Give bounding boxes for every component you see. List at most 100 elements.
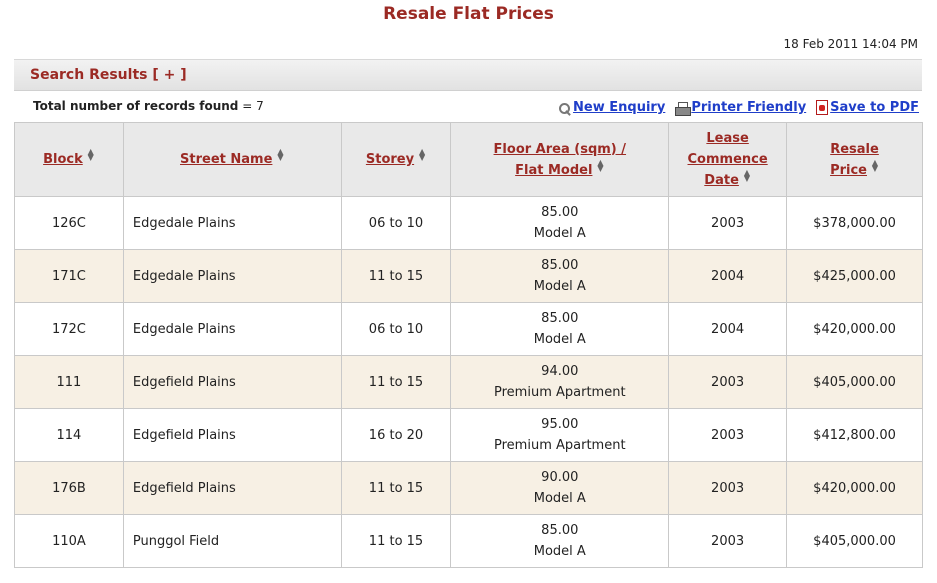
table-row: 126C Edgedale Plains 06 to 10 85.00 Model…: [14, 196, 923, 250]
table-row: 171C Edgedale Plains 11 to 15 85.00 Model…: [14, 249, 923, 303]
cell-floor-area: 94.00 Premium Apartment: [450, 355, 670, 409]
cell-area: 85.00: [541, 258, 579, 273]
cell-lease: 2004: [668, 249, 788, 303]
cell-area: 94.00: [541, 364, 579, 379]
cell-floor-area: 95.00 Premium Apartment: [450, 408, 670, 462]
cell-storey: 11 to 15: [340, 249, 452, 303]
table-row: 111 Edgefield Plains 11 to 15 94.00 Premi…: [14, 355, 923, 409]
cell-block: 110A: [14, 514, 124, 568]
cell-area: 85.00: [541, 311, 579, 326]
cell-street: Edgedale Plains: [122, 196, 342, 250]
search-results-heading: Search Results [ + ]: [30, 67, 187, 83]
cell-floor-area: 85.00 Model A: [450, 196, 670, 250]
magnifier-icon: [559, 103, 571, 115]
header-floor-area: Floor Area (sqm) / Flat Model▲ ▼: [450, 122, 670, 197]
cell-model: Premium Apartment: [494, 385, 626, 400]
cell-area: 85.00: [541, 205, 579, 220]
sort-icon[interactable]: ▲ ▼: [276, 148, 284, 162]
cell-storey: 16 to 20: [340, 408, 452, 462]
cell-lease: 2003: [668, 514, 788, 568]
cell-model: Model A: [533, 279, 586, 294]
cell-floor-area: 85.00 Model A: [450, 302, 670, 356]
table-row: 176B Edgefield Plains 11 to 15 90.00 Mode…: [14, 461, 923, 515]
expand-toggle[interactable]: [ + ]: [152, 67, 186, 83]
sort-icon[interactable]: ▲ ▼: [743, 169, 751, 183]
save-pdf-label: Save to PDF: [830, 100, 919, 115]
cell-street: Edgefield Plains: [122, 461, 342, 515]
page-title: Resale Flat Prices: [383, 4, 554, 24]
cell-model: Model A: [533, 226, 586, 241]
header-lease: Lease Commence Date ▲ ▼: [668, 122, 788, 197]
records-count: Total number of records found = 7: [33, 99, 264, 113]
cell-block: 176B: [14, 461, 124, 515]
sort-lease-link[interactable]: Lease Commence Date: [688, 131, 768, 188]
save-pdf-link[interactable]: Save to PDF: [816, 100, 919, 115]
cell-price: $420,000.00: [786, 302, 923, 356]
table-row: 114 Edgefield Plains 16 to 20 95.00 Premi…: [14, 408, 923, 462]
floor-area-line2: Flat Model: [515, 162, 593, 178]
table-row: 110A Punggol Field 11 to 15 85.00 Model A…: [14, 514, 923, 568]
cell-storey: 06 to 10: [340, 196, 452, 250]
header-storey: Storey ▲ ▼: [340, 122, 452, 197]
cell-model: Model A: [533, 332, 586, 347]
cell-storey: 11 to 15: [340, 461, 452, 515]
action-links: New Enquiry Printer Friendly Save to PDF: [559, 100, 919, 116]
sort-block-link[interactable]: Block: [43, 152, 83, 167]
cell-block: 114: [14, 408, 124, 462]
printer-friendly-link[interactable]: Printer Friendly: [675, 100, 807, 116]
cell-block: 111: [14, 355, 124, 409]
cell-lease: 2003: [668, 196, 788, 250]
printer-friendly-label: Printer Friendly: [691, 100, 807, 115]
cell-block: 172C: [14, 302, 124, 356]
results-table: Block ▲ ▼ Street Name ▲ ▼ Storey ▲ ▼ Floor Are…: [14, 122, 923, 568]
cell-price: $378,000.00: [786, 196, 923, 250]
cell-area: 95.00: [541, 417, 579, 432]
header-block: Block ▲ ▼: [14, 122, 124, 197]
table-row: 172C Edgedale Plains 06 to 10 85.00 Model…: [14, 302, 923, 356]
table-header-row: Block ▲ ▼ Street Name ▲ ▼ Storey ▲ ▼ Floor Are…: [14, 122, 923, 197]
cell-area: 90.00: [541, 470, 579, 485]
new-enquiry-link[interactable]: New Enquiry: [559, 100, 665, 115]
sort-icon[interactable]: ▲ ▼: [87, 148, 95, 162]
cell-lease: 2004: [668, 302, 788, 356]
records-eq: =: [238, 99, 257, 113]
lease-line2: Commence: [687, 152, 768, 167]
cell-price: $420,000.00: [786, 461, 923, 515]
cell-price: $412,800.00: [786, 408, 923, 462]
cell-street: Punggol Field: [122, 514, 342, 568]
sort-storey-link[interactable]: Storey: [366, 152, 414, 167]
lease-line3: Date: [704, 173, 739, 188]
sort-icon[interactable]: ▲ ▼: [596, 158, 604, 172]
cell-street: Edgefield Plains: [122, 355, 342, 409]
new-enquiry-label: New Enquiry: [573, 100, 666, 115]
pdf-icon: [816, 100, 829, 115]
cell-price: $425,000.00: [786, 249, 923, 303]
sort-icon[interactable]: ▲ ▼: [871, 158, 879, 172]
sort-floor-area-link[interactable]: Floor Area (sqm) / Flat Model: [494, 142, 626, 178]
printer-icon: [675, 102, 692, 116]
cell-price: $405,000.00: [786, 514, 923, 568]
cell-model: Model A: [533, 544, 586, 559]
cell-floor-area: 85.00 Model A: [450, 249, 670, 303]
search-results-title: Search Results: [30, 67, 148, 83]
records-label: Total number of records found: [33, 99, 239, 113]
sort-street-link[interactable]: Street Name: [180, 152, 272, 167]
cell-area: 85.00: [541, 523, 579, 538]
cell-street: Edgedale Plains: [122, 302, 342, 356]
cell-price: $405,000.00: [786, 355, 923, 409]
price-line2: Price: [830, 162, 867, 178]
cell-lease: 2003: [668, 461, 788, 515]
cell-block: 126C: [14, 196, 124, 250]
cell-street: Edgedale Plains: [122, 249, 342, 303]
cell-storey: 11 to 15: [340, 514, 452, 568]
lease-line1: Lease: [706, 131, 749, 146]
cell-floor-area: 90.00 Model A: [450, 461, 670, 515]
cell-lease: 2003: [668, 408, 788, 462]
header-street: Street Name ▲ ▼: [122, 122, 342, 197]
price-line1: Resale: [830, 141, 879, 157]
cell-block: 171C: [14, 249, 124, 303]
records-value: 7: [256, 99, 264, 113]
cell-lease: 2003: [668, 355, 788, 409]
sort-icon[interactable]: ▲ ▼: [418, 148, 426, 162]
cell-storey: 06 to 10: [340, 302, 452, 356]
